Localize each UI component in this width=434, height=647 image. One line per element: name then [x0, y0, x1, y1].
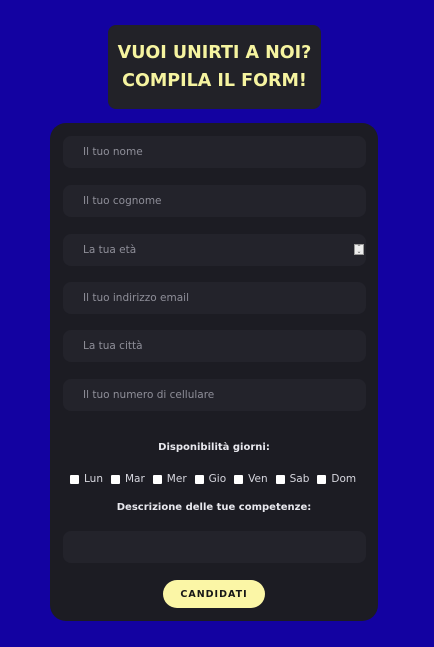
- day-option-ven[interactable]: Ven: [234, 472, 268, 486]
- first-name-input[interactable]: [63, 136, 366, 168]
- checkbox[interactable]: [194, 474, 204, 484]
- day-option-mar[interactable]: Mar: [110, 472, 145, 486]
- last-name-input[interactable]: [63, 185, 366, 217]
- day-option-sab[interactable]: Sab: [275, 472, 310, 486]
- availability-days: Lun Mar Mer Gio Ven Sab Dom: [70, 472, 356, 486]
- day-option-lun[interactable]: Lun: [70, 472, 103, 486]
- day-label: Mer: [166, 473, 187, 485]
- day-label: Ven: [248, 473, 268, 485]
- email-input[interactable]: [63, 282, 366, 314]
- day-label: Lun: [84, 473, 103, 485]
- day-option-mer[interactable]: Mer: [152, 472, 187, 486]
- day-option-gio[interactable]: Gio: [194, 472, 227, 486]
- checkbox[interactable]: [70, 474, 79, 484]
- checkbox[interactable]: [317, 474, 327, 484]
- skills-input[interactable]: [63, 531, 366, 563]
- phone-input[interactable]: [63, 379, 366, 411]
- day-label: Gio: [208, 473, 227, 485]
- checkbox[interactable]: [110, 474, 120, 484]
- submit-button[interactable]: CANDIDATI: [163, 580, 265, 608]
- day-option-dom[interactable]: Dom: [317, 472, 356, 486]
- age-spinner-icon[interactable]: ⌃ ⌄: [354, 244, 364, 255]
- checkbox[interactable]: [275, 474, 285, 484]
- day-label: Mar: [124, 473, 145, 485]
- availability-label: Disponibilità giorni:: [158, 442, 270, 453]
- checkbox[interactable]: [152, 474, 162, 484]
- checkbox[interactable]: [234, 474, 244, 484]
- header-title-line-2: COMPILA IL FORM!: [122, 71, 307, 91]
- city-input[interactable]: [63, 330, 366, 362]
- form-header: VUOI UNIRTI A NOI? COMPILA IL FORM!: [108, 25, 321, 109]
- day-label: Dom: [331, 473, 357, 485]
- day-label: Sab: [289, 473, 310, 485]
- application-form: ⌃⌄ Disponibilità giorni: Lun Mar Mer Gio…: [50, 123, 378, 621]
- skills-label: Descrizione delle tue competenze:: [116, 502, 312, 513]
- age-input[interactable]: [63, 234, 366, 266]
- header-title-line-1: VUOI UNIRTI A NOI?: [117, 43, 312, 63]
